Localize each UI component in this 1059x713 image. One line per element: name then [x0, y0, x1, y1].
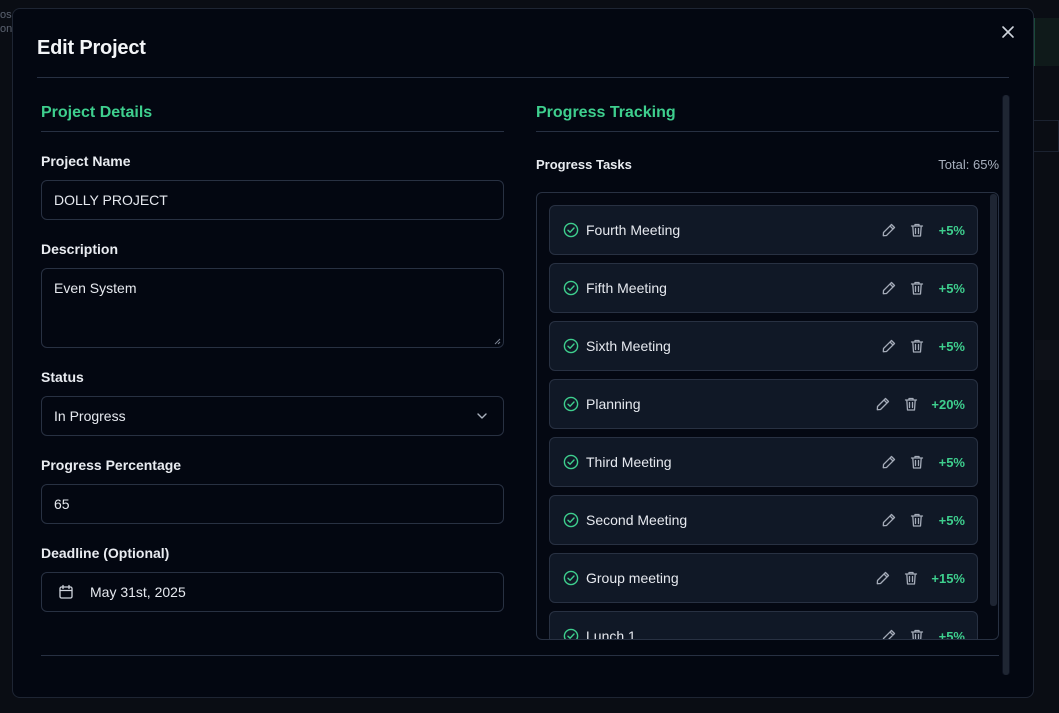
deadline-picker-button[interactable]: May 31st, 2025 — [41, 572, 504, 612]
task-percentage: +5% — [938, 338, 965, 354]
task-name: Group meeting — [586, 570, 679, 586]
trash-icon[interactable] — [909, 338, 925, 354]
task-percentage: +5% — [938, 512, 965, 528]
task-name: Lunch 1 — [586, 628, 636, 640]
close-button[interactable] — [999, 25, 1017, 43]
task-actions: +15% — [875, 568, 965, 588]
calendar-icon — [59, 584, 73, 599]
check-circle-icon — [563, 222, 579, 238]
check-circle-icon — [563, 280, 579, 296]
deadline-label: Deadline (Optional) — [41, 545, 170, 561]
description-label: Description — [41, 241, 119, 257]
title-divider — [37, 77, 1009, 78]
task-percentage: +5% — [938, 628, 965, 640]
task-actions: +5% — [881, 220, 965, 240]
task-actions: +20% — [875, 394, 965, 414]
section-title: Project Details — [41, 104, 153, 121]
edit-icon[interactable] — [881, 280, 897, 296]
trash-icon[interactable] — [903, 570, 919, 586]
check-circle-icon — [563, 454, 579, 470]
task-actions: +5% — [881, 510, 965, 530]
task-name: Third Meeting — [586, 454, 672, 470]
edit-icon[interactable] — [881, 512, 897, 528]
project-name-label: Project Name — [41, 153, 131, 169]
footer-divider — [41, 655, 999, 656]
check-circle-icon — [563, 396, 579, 412]
deadline-value: May 31st, 2025 — [90, 584, 186, 600]
task-actions: +5% — [881, 452, 965, 472]
task-actions: +5% — [881, 626, 965, 640]
section-divider — [41, 131, 504, 132]
task-percentage: +20% — [931, 396, 965, 412]
trash-icon[interactable] — [909, 628, 925, 640]
edit-icon[interactable] — [875, 570, 891, 586]
edit-project-dialog: Edit Project Project Details Project Nam… — [12, 8, 1034, 698]
trash-icon[interactable] — [909, 512, 925, 528]
background-panel — [1034, 18, 1059, 66]
trash-icon[interactable] — [903, 396, 919, 412]
task-percentage: +5% — [938, 280, 965, 296]
status-select[interactable]: In Progress — [41, 396, 504, 436]
edit-icon[interactable] — [875, 396, 891, 412]
task-item: Fifth Meeting +5% — [549, 263, 978, 313]
task-item: Third Meeting +5% — [549, 437, 978, 487]
task-percentage: +15% — [931, 570, 965, 586]
close-icon — [1002, 26, 1014, 38]
section-title: Progress Tracking — [536, 104, 676, 121]
task-name: Fourth Meeting — [586, 222, 681, 238]
project-name-input[interactable]: DOLLY PROJECT — [41, 180, 504, 220]
progress-tasks-label: Progress Tasks — [536, 157, 632, 172]
resize-handle-icon[interactable] — [493, 337, 501, 345]
task-item: Planning +20% — [549, 379, 978, 429]
check-circle-icon — [563, 512, 579, 528]
background-panel — [1033, 120, 1059, 152]
task-item: Second Meeting +5% — [549, 495, 978, 545]
task-item: Sixth Meeting +5% — [549, 321, 978, 371]
section-divider — [536, 131, 999, 132]
task-list-container[interactable]: Fourth Meeting +5% Fifth Meeting +5% Six… — [536, 192, 999, 640]
description-value: Even System — [54, 280, 137, 296]
task-percentage: +5% — [938, 454, 965, 470]
task-name: Fifth Meeting — [586, 280, 667, 296]
task-name: Planning — [586, 396, 641, 412]
task-list-scrollbar[interactable] — [990, 194, 997, 606]
check-circle-icon — [563, 628, 579, 639]
task-actions: +5% — [881, 336, 965, 356]
dialog-title: Edit Project — [37, 37, 146, 59]
task-item: Group meeting +15% — [549, 553, 978, 603]
status-label: Status — [41, 369, 84, 385]
description-textarea[interactable]: Even System — [41, 268, 504, 348]
edit-icon[interactable] — [881, 338, 897, 354]
task-name: Sixth Meeting — [586, 338, 671, 354]
task-item: Lunch 1 +5% — [549, 611, 978, 640]
edit-icon[interactable] — [881, 454, 897, 470]
trash-icon[interactable] — [909, 280, 925, 296]
background-panel — [1035, 340, 1059, 380]
edit-icon[interactable] — [881, 222, 897, 238]
status-value: In Progress — [54, 408, 126, 424]
chevron-down-icon — [477, 413, 487, 419]
check-circle-icon — [563, 570, 579, 586]
progress-label: Progress Percentage — [41, 457, 182, 473]
task-percentage: +5% — [938, 222, 965, 238]
progress-input[interactable]: 65 — [41, 484, 504, 524]
trash-icon[interactable] — [909, 454, 925, 470]
edit-icon[interactable] — [881, 628, 897, 640]
dialog-scrollbar[interactable] — [1003, 95, 1009, 675]
check-circle-icon — [563, 338, 579, 354]
progress-total: Total: 65% — [938, 157, 999, 172]
task-name: Second Meeting — [586, 512, 688, 528]
trash-icon[interactable] — [909, 222, 925, 238]
task-actions: +5% — [881, 278, 965, 298]
task-item: Fourth Meeting +5% — [549, 205, 978, 255]
dialog-body: Project Details Project Name DOLLY PROJE… — [37, 95, 1011, 675]
